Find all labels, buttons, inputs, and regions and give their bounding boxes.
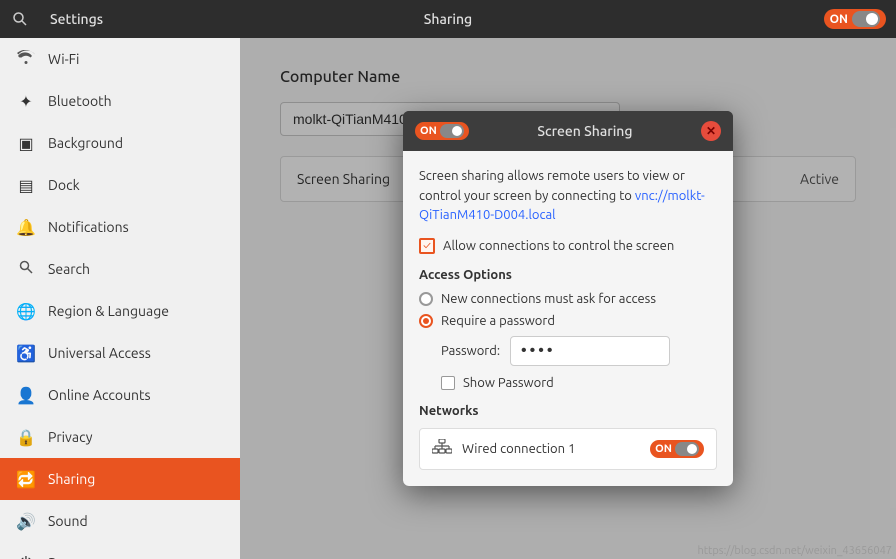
sidebar-item-label: Online Accounts [48,387,151,403]
networks-title: Networks [419,404,717,418]
checkbox-check-icon: ✓ [423,240,431,252]
sidebar-item-bluetooth[interactable]: ✦ Bluetooth [0,80,240,122]
sidebar-item-label: Universal Access [48,345,151,361]
sidebar-item-background[interactable]: ▣ Background [0,122,240,164]
network-row: Wired connection 1 ON [419,428,717,470]
sidebar-item-privacy[interactable]: 🔒 Privacy [0,416,240,458]
network-toggle-label: ON [655,443,672,455]
new-connections-label: New connections must ask for access [441,292,656,306]
allow-control-label: Allow connections to control the screen [443,239,674,253]
allow-control-row: ✓ Allow connections to control the scree… [419,238,717,254]
sidebar-item-label: Region & Language [48,303,169,319]
require-password-radio[interactable] [419,314,433,328]
sidebar-item-dock[interactable]: ▤ Dock [0,164,240,206]
content-area: Computer Name Screen Sharing Active ON S… [240,38,896,559]
sharing-icon: 🔁 [16,470,36,489]
new-connections-radio[interactable] [419,292,433,306]
sidebar-item-label: Privacy [48,429,92,445]
sidebar-item-online-accounts[interactable]: 👤 Online Accounts [0,374,240,416]
sidebar-item-universal[interactable]: ♿ Universal Access [0,332,240,374]
sidebar-item-label: Search [48,261,90,277]
password-label: Password: [441,344,500,358]
notifications-icon: 🔔 [16,218,36,237]
screen-sharing-dialog: ON Screen Sharing ✕ Screen sharing allow… [403,111,733,486]
titlebar: Settings Sharing ON [0,0,896,38]
network-left: Wired connection 1 [432,439,575,459]
sidebar-item-label: Bluetooth [48,93,112,109]
network-name: Wired connection 1 [462,442,575,456]
dock-icon: ▤ [16,176,36,195]
search-icon[interactable] [0,0,40,38]
sidebar: Wi-Fi ✦ Bluetooth ▣ Background ▤ Dock 🔔 … [0,38,240,559]
sidebar-item-label: Dock [48,177,80,193]
access-options-title: Access Options [419,268,717,282]
background-icon: ▣ [16,134,36,153]
sound-icon: 🔊 [16,512,36,531]
show-password-checkbox[interactable] [441,376,455,390]
dialog-body: Screen sharing allows remote users to vi… [403,151,733,486]
dialog-description: Screen sharing allows remote users to vi… [419,167,717,226]
sidebar-item-search[interactable]: Search [0,248,240,290]
dialog-toggle-knob [440,124,464,138]
region-icon: 🌐 [16,302,36,321]
new-connections-row[interactable]: New connections must ask for access [419,292,717,306]
sidebar-item-notifications[interactable]: 🔔 Notifications [0,206,240,248]
sidebar-item-region[interactable]: 🌐 Region & Language [0,290,240,332]
sidebar-item-power[interactable]: ⏻ Power [0,542,240,559]
wifi-icon [16,50,36,68]
toggle-knob [852,11,880,27]
show-password-label: Show Password [463,376,554,390]
network-toggle[interactable]: ON [650,440,704,458]
sharing-toggle[interactable]: ON [824,9,886,29]
universal-icon: ♿ [16,344,36,363]
sidebar-item-sharing[interactable]: 🔁 Sharing [0,458,240,500]
bluetooth-icon: ✦ [16,92,36,111]
require-password-row[interactable]: Require a password [419,314,717,328]
sidebar-item-wifi[interactable]: Wi-Fi [0,38,240,80]
main-container: Wi-Fi ✦ Bluetooth ▣ Background ▤ Dock 🔔 … [0,38,896,559]
close-icon: ✕ [706,124,716,138]
online-accounts-icon: 👤 [16,386,36,405]
toggle-on-label: ON [830,13,848,26]
network-wired-icon [432,439,452,459]
privacy-icon: 🔒 [16,428,36,447]
dialog-overlay: ON Screen Sharing ✕ Screen sharing allow… [240,38,896,559]
require-password-label: Require a password [441,314,555,328]
allow-control-checkbox[interactable]: ✓ [419,238,435,254]
sidebar-item-label: Power [48,555,88,559]
dialog-title: Screen Sharing [477,123,693,139]
show-password-row: Show Password [441,376,717,390]
sidebar-item-label: Background [48,135,123,151]
sidebar-item-label: Sound [48,513,88,529]
dialog-toggle-label: ON [420,125,437,137]
dialog-close-button[interactable]: ✕ [701,121,721,141]
sidebar-item-sound[interactable]: 🔊 Sound [0,500,240,542]
sidebar-item-label: Wi-Fi [48,51,79,67]
sidebar-item-label: Sharing [48,471,95,487]
password-input[interactable] [510,336,670,366]
network-toggle-knob [675,442,699,456]
password-row: Password: [441,336,717,366]
power-icon: ⏻ [16,554,36,559]
sidebar-item-label: Notifications [48,219,129,235]
watermark: https://blog.csdn.net/weixin_43656047 [697,545,892,557]
search-sidebar-icon [16,260,36,278]
dialog-toggle[interactable]: ON [415,122,469,140]
dialog-titlebar: ON Screen Sharing ✕ [403,111,733,151]
page-title: Sharing [424,11,472,27]
